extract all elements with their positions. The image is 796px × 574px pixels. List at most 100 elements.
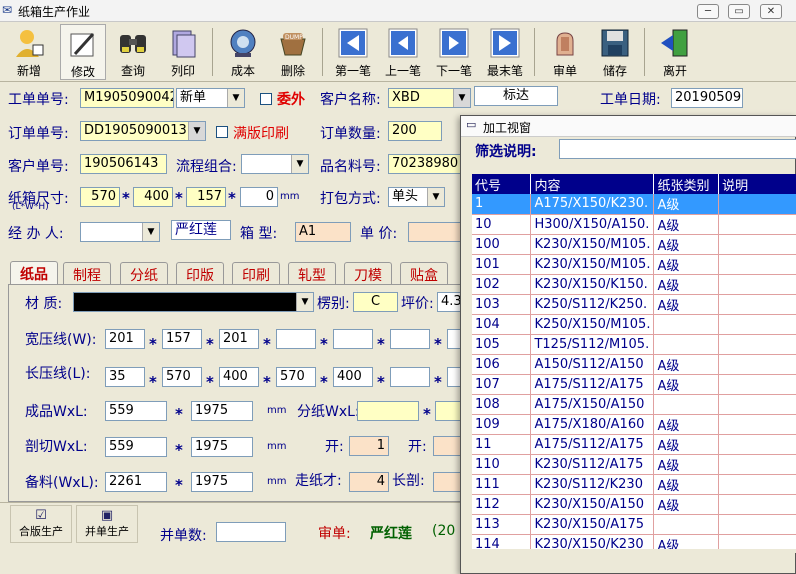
- stock-w-field[interactable]: 2261: [105, 472, 167, 492]
- chevron-down-icon[interactable]: ▼: [427, 188, 444, 206]
- work-type-select[interactable]: 新单 ▼: [176, 88, 245, 108]
- outsource-checkbox[interactable]: [260, 93, 272, 105]
- width-input-6[interactable]: [390, 329, 430, 349]
- table-row[interactable]: 11 A175/S112/A175 A级: [472, 434, 796, 455]
- table-row[interactable]: 107 A175/S112/A175 A级: [472, 374, 796, 395]
- chevron-down-icon[interactable]: ▼: [296, 293, 313, 311]
- column-header-paper-type[interactable]: 纸张类别: [653, 174, 720, 194]
- table-row[interactable]: 106 A150/S112/A150 A级: [472, 354, 796, 375]
- length-input-4[interactable]: 570: [276, 367, 316, 387]
- next-record-button[interactable]: 下一笔: [431, 24, 477, 80]
- width-input-2[interactable]: 157: [162, 329, 202, 349]
- table-row[interactable]: 100 K230/X150/M105. A级: [472, 234, 796, 255]
- table-row[interactable]: 104 K250/X150/M105.: [472, 314, 796, 335]
- edit-button[interactable]: 修改: [60, 24, 106, 80]
- width-input-4[interactable]: [276, 329, 316, 349]
- handler-select[interactable]: ▼: [80, 222, 160, 242]
- close-button[interactable]: ✕: [760, 4, 782, 19]
- tab-printing[interactable]: 印刷: [232, 262, 280, 284]
- table-row[interactable]: 102 K230/X150/K150. A级: [472, 274, 796, 295]
- product-w-field[interactable]: 559: [105, 401, 167, 421]
- merge-order-button[interactable]: ▣ 并单生产: [76, 505, 138, 543]
- cut-l-field[interactable]: 1975: [191, 437, 253, 457]
- last-record-button[interactable]: 最末笔: [482, 24, 528, 80]
- run-field[interactable]: 4: [349, 472, 389, 492]
- tab-box[interactable]: 贴盒: [400, 262, 448, 284]
- size-x-field[interactable]: 0: [240, 187, 278, 207]
- tab-paper[interactable]: 纸品: [10, 261, 58, 285]
- product-l-field[interactable]: 1975: [191, 401, 253, 421]
- filter-input[interactable]: [559, 139, 796, 159]
- table-row[interactable]: 110 K230/S112/A175 A级: [472, 454, 796, 475]
- width-input-5[interactable]: [333, 329, 373, 349]
- table-row[interactable]: 10 H300/X150/A150. A级: [472, 214, 796, 235]
- add-button[interactable]: 新增: [6, 24, 52, 80]
- print-button[interactable]: 列印: [160, 24, 206, 80]
- table-row[interactable]: 111 K230/S112/K230 A级: [472, 474, 796, 495]
- merge-count-field[interactable]: [216, 522, 286, 542]
- tab-rolling[interactable]: 轧型: [288, 262, 336, 284]
- size-w-field[interactable]: 400: [133, 187, 173, 207]
- handler-name-field[interactable]: 严红莲: [171, 220, 231, 240]
- size-l-field[interactable]: 570: [80, 187, 120, 207]
- customer-code-field[interactable]: XBD ▼: [388, 88, 471, 108]
- table-row[interactable]: 105 T125/S112/M105.: [472, 334, 796, 355]
- split-w-field[interactable]: [357, 401, 419, 421]
- customer-name-field[interactable]: 标达: [474, 86, 558, 106]
- column-header-note[interactable]: 说明: [718, 174, 796, 194]
- work-date-field[interactable]: 20190509: [671, 88, 743, 108]
- work-no-field[interactable]: M1905090042: [80, 88, 174, 108]
- prev-record-button[interactable]: 上一笔: [380, 24, 426, 80]
- chevron-down-icon[interactable]: ▼: [227, 89, 244, 107]
- stock-l-field[interactable]: 1975: [191, 472, 253, 492]
- open-field-1[interactable]: 1: [349, 436, 389, 456]
- order-qty-field[interactable]: 200: [388, 121, 442, 141]
- save-button[interactable]: 储存: [592, 24, 638, 80]
- query-button[interactable]: 查询: [110, 24, 156, 80]
- approve-button[interactable]: 审单: [542, 24, 588, 80]
- chevron-down-icon[interactable]: ▼: [291, 155, 308, 173]
- tab-process[interactable]: 制程: [63, 262, 111, 284]
- table-row[interactable]: 101 K230/X150/M105. A级: [472, 254, 796, 275]
- chevron-down-icon[interactable]: ▼: [453, 89, 470, 107]
- tab-plate[interactable]: 印版: [176, 262, 224, 284]
- chevron-down-icon[interactable]: ▼: [142, 223, 159, 241]
- width-input-1[interactable]: 201: [105, 329, 145, 349]
- part-field[interactable]: 70238980: [388, 154, 462, 174]
- size-h-field[interactable]: 157: [186, 187, 226, 207]
- flow-select[interactable]: ▼: [241, 154, 309, 174]
- tab-split[interactable]: 分纸: [120, 262, 168, 284]
- first-record-button[interactable]: 第一笔: [330, 24, 376, 80]
- width-input-3[interactable]: 201: [219, 329, 259, 349]
- length-input-5[interactable]: 400: [333, 367, 373, 387]
- merge-print-button[interactable]: ☑ 合版生产: [10, 505, 72, 543]
- exit-button[interactable]: 离开: [652, 24, 698, 80]
- minimize-button[interactable]: ─: [697, 4, 719, 19]
- table-row[interactable]: 114 K230/X150/K230 A级: [472, 534, 796, 549]
- length-input-1[interactable]: 35: [105, 367, 145, 387]
- flute-field[interactable]: C: [353, 292, 398, 312]
- box-type-field[interactable]: A1: [295, 222, 351, 242]
- table-row[interactable]: 113 K230/X150/A175: [472, 514, 796, 535]
- cost-button[interactable]: 成本: [220, 24, 266, 80]
- cut-w-field[interactable]: 559: [105, 437, 167, 457]
- table-row[interactable]: 108 A175/X150/A150: [472, 394, 796, 415]
- full-print-checkbox[interactable]: [216, 126, 228, 138]
- column-header-code[interactable]: 代号: [472, 174, 532, 194]
- chevron-down-icon[interactable]: ▼: [188, 122, 205, 140]
- pack-select[interactable]: 单头 ▼: [388, 187, 445, 207]
- cust-no-field[interactable]: 190506143: [80, 154, 167, 174]
- tab-die[interactable]: 刀模: [344, 262, 392, 284]
- length-input-6[interactable]: [390, 367, 430, 387]
- price-field[interactable]: [408, 222, 464, 242]
- column-header-content[interactable]: 内容: [530, 174, 655, 194]
- length-input-3[interactable]: 400: [219, 367, 259, 387]
- maximize-button[interactable]: ▭: [728, 4, 750, 19]
- table-row[interactable]: 1 A175/X150/K230. A级: [472, 194, 796, 215]
- table-row[interactable]: 103 K250/S112/K250. A级: [472, 294, 796, 315]
- table-row[interactable]: 112 K230/X150/A150 A级: [472, 494, 796, 515]
- table-row[interactable]: 109 A175/X180/A160 A级: [472, 414, 796, 435]
- material-select[interactable]: ▼: [73, 292, 314, 312]
- length-input-2[interactable]: 570: [162, 367, 202, 387]
- delete-button[interactable]: DUMP 删除: [270, 24, 316, 80]
